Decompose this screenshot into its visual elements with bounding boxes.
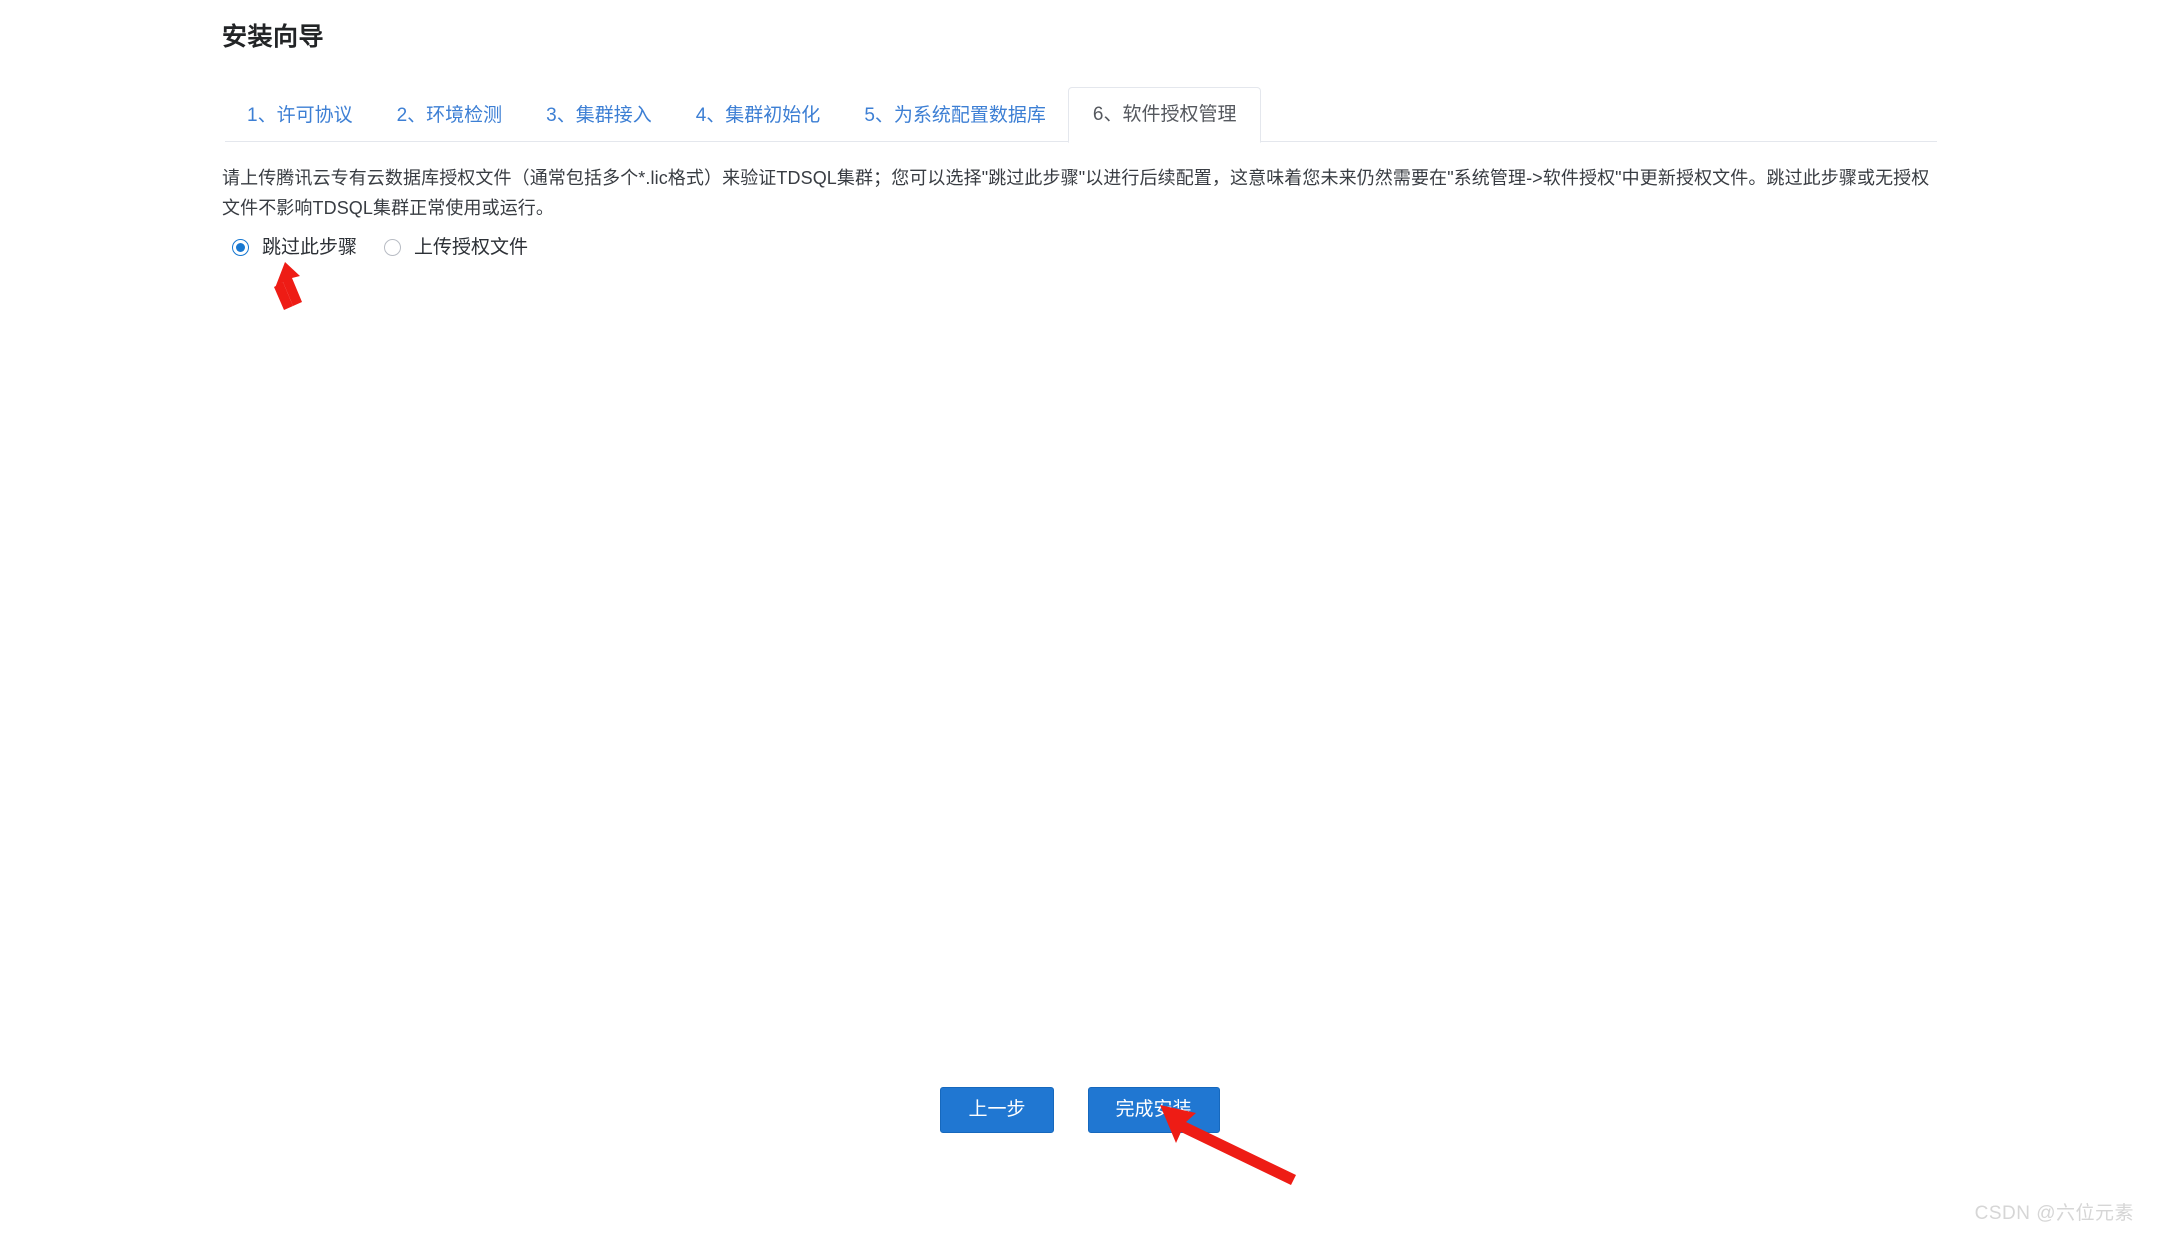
tab-list: 1、许可协议 2、环境检测 3、集群接入 4、集群初始化 5、为系统配置数据库 … [225, 86, 1262, 143]
finish-install-button[interactable]: 完成安装 [1087, 1087, 1220, 1133]
radio-option-upload-license[interactable]: 上传授权文件 [384, 238, 528, 257]
tab-environment-check[interactable]: 2、环境检测 [375, 105, 525, 142]
tab-license-agreement[interactable]: 1、许可协议 [225, 105, 375, 142]
radio-mark-upload-license[interactable] [384, 239, 402, 256]
csdn-watermark: CSDN @六位元素 [1974, 1203, 2134, 1224]
previous-step-button[interactable]: 上一步 [940, 1087, 1054, 1133]
wizard-step-tabs: 1、许可协议 2、环境检测 3、集群接入 4、集群初始化 5、为系统配置数据库 … [225, 86, 1937, 143]
license-option-radio-group: 跳过此步骤 上传授权文件 [232, 238, 555, 257]
install-wizard-page: 安装向导 1、许可协议 2、环境检测 3、集群接入 4、集群初始化 5、为系统配… [0, 0, 2160, 1241]
step-description: 请上传腾讯云专有云数据库授权文件（通常包括多个*.lic格式）来验证TDSQL集… [222, 168, 1930, 218]
footer-action-bar: 上一步 完成安装 [0, 1087, 2160, 1133]
page-title: 安装向导 [222, 23, 325, 51]
tab-cluster-access[interactable]: 3、集群接入 [524, 105, 674, 142]
radio-label-upload-license: 上传授权文件 [414, 237, 529, 258]
radio-label-skip-step: 跳过此步骤 [262, 237, 358, 258]
tab-system-database-config[interactable]: 5、为系统配置数据库 [842, 105, 1068, 142]
radio-option-skip-step[interactable]: 跳过此步骤 [232, 238, 357, 257]
tab-cluster-init[interactable]: 4、集群初始化 [674, 105, 843, 142]
arrow-to-skip-step-radio [274, 262, 302, 310]
tab-software-license-management[interactable]: 6、软件授权管理 [1067, 87, 1262, 143]
radio-mark-skip-step[interactable] [232, 239, 249, 256]
